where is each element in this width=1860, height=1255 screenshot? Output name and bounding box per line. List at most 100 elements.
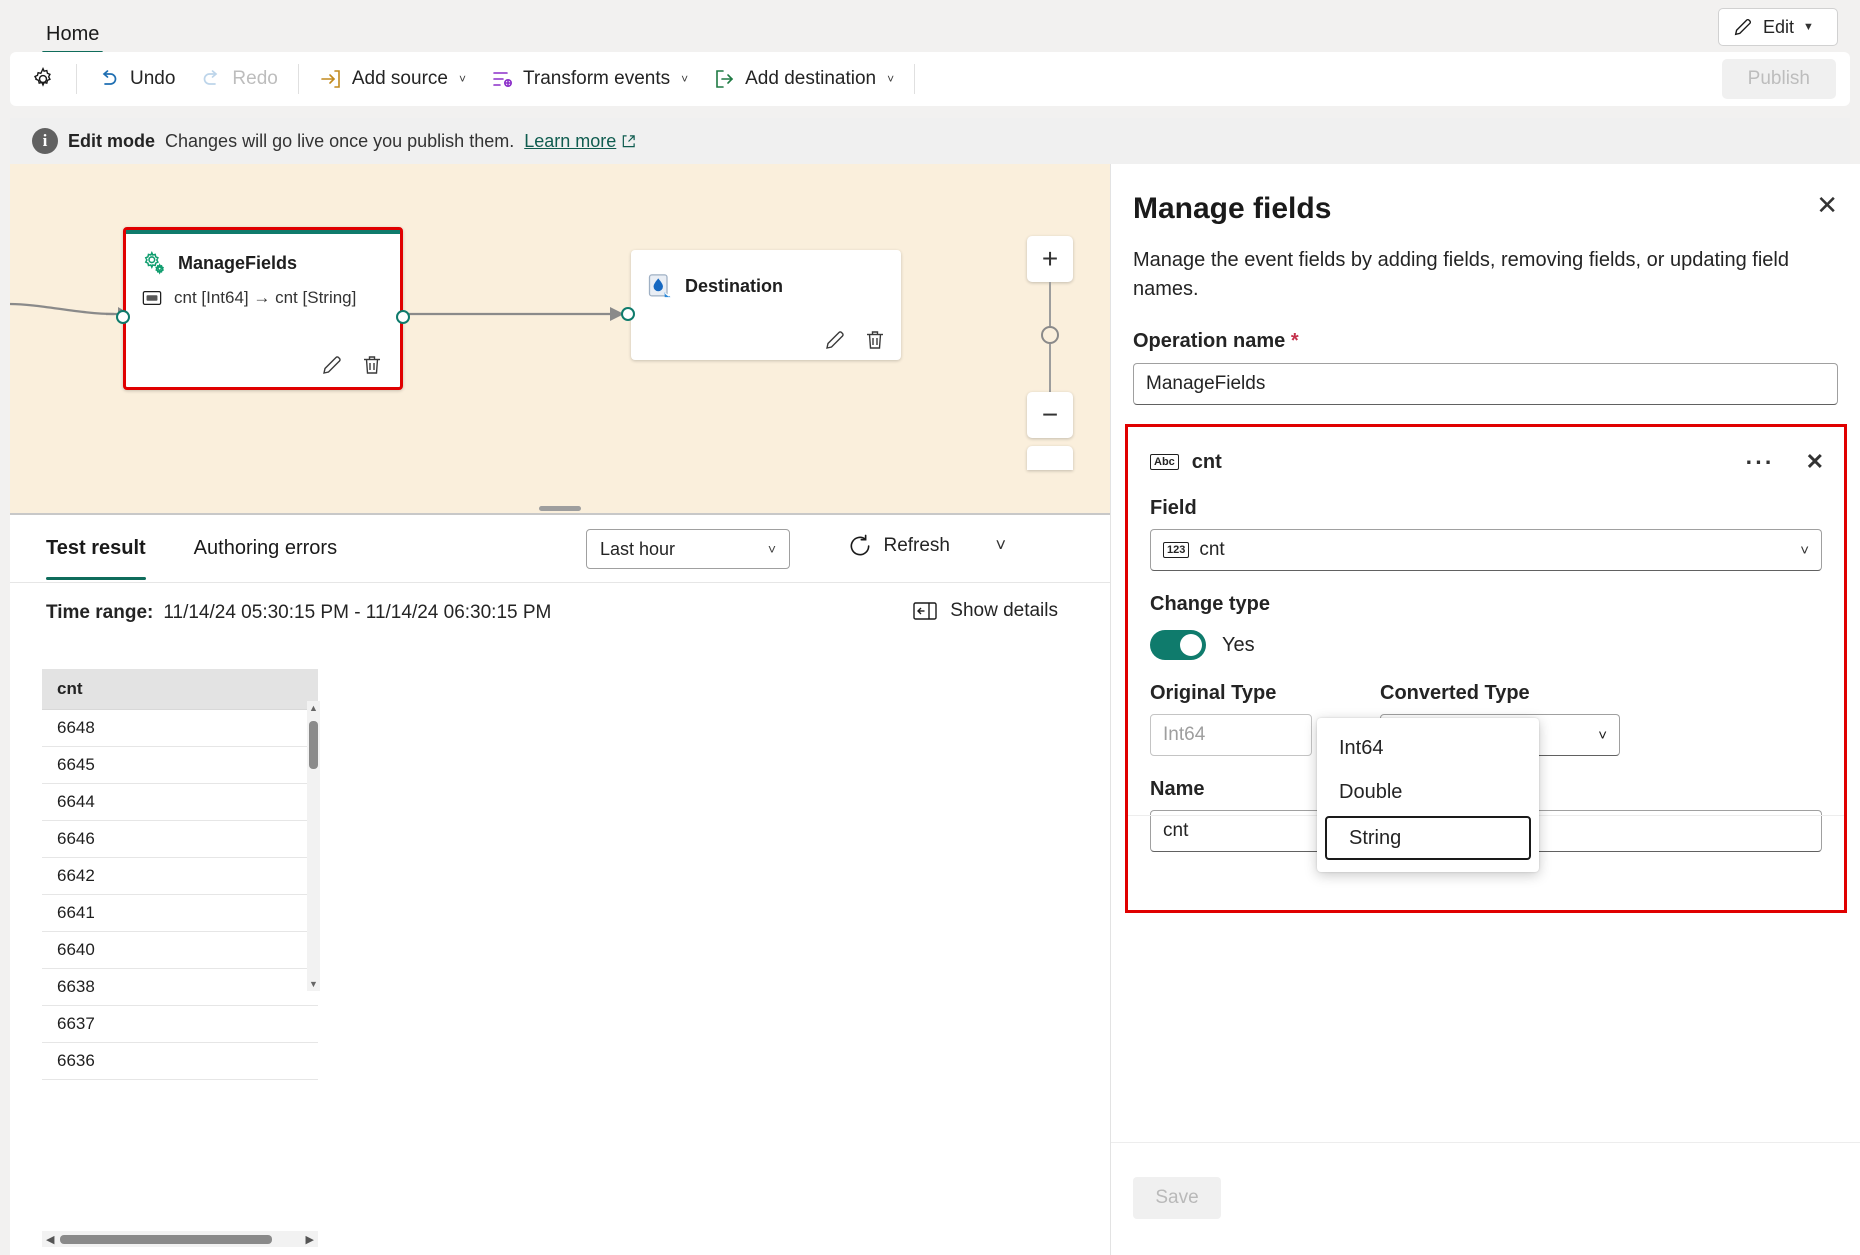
transform-events-button[interactable]: Transform events ˅ xyxy=(478,59,700,99)
pipeline-canvas[interactable]: ManageFields cnt [Int64] → cnt [String] xyxy=(10,164,1110,513)
tab-authoring-errors[interactable]: Authoring errors xyxy=(194,517,337,580)
table-body: 6648 6645 6644 6646 6642 6641 6640 6638 … xyxy=(42,709,318,1080)
change-type-value: Yes xyxy=(1222,633,1255,656)
canvas-splitter-handle[interactable] xyxy=(539,506,581,511)
time-range-select-value: Last hour xyxy=(600,538,676,559)
add-source-button[interactable]: Add source ˅ xyxy=(307,59,478,99)
tab-test-result[interactable]: Test result xyxy=(46,517,146,580)
tab-strip: Home Edit ▼ xyxy=(0,0,1860,54)
time-range-value: 11/14/24 05:30:15 PM - 11/14/24 06:30:15… xyxy=(163,602,552,623)
number-type-icon: 123 xyxy=(1163,541,1190,559)
dropdown-option-string[interactable]: String xyxy=(1325,816,1531,860)
node-status-bar xyxy=(126,230,400,234)
more-options-icon[interactable]: ··· xyxy=(1746,450,1775,474)
panel-footer-divider xyxy=(1111,1142,1860,1143)
operation-name-input[interactable]: ManageFields xyxy=(1133,363,1838,405)
refresh-button[interactable]: Refresh xyxy=(847,533,950,559)
scroll-down-icon[interactable]: ▼ xyxy=(309,979,318,989)
zoom-controls: + − xyxy=(1027,236,1073,470)
edit-button[interactable]: Edit ▼ xyxy=(1718,8,1838,46)
save-button[interactable]: Save xyxy=(1133,1177,1221,1219)
scroll-right-icon[interactable]: ▶ xyxy=(306,1233,314,1246)
chevron-down-icon: ˅ xyxy=(1800,541,1809,559)
field-select-value: cnt xyxy=(1199,539,1225,560)
learn-more-label: Learn more xyxy=(524,130,617,151)
table-row[interactable]: 6637 xyxy=(42,1005,318,1043)
table-row[interactable]: 6636 xyxy=(42,1042,318,1080)
learn-more-link[interactable]: Learn more xyxy=(524,131,636,152)
table-cell-cnt: 6648 xyxy=(42,709,318,747)
refresh-dropdown-chevron-down-icon[interactable]: ˅ xyxy=(995,535,1006,556)
table-row[interactable]: 6640 xyxy=(42,931,318,969)
edit-node-icon[interactable] xyxy=(320,353,344,377)
table-row[interactable]: 6646 xyxy=(42,820,318,858)
publish-button[interactable]: Publish xyxy=(1721,59,1836,99)
edit-node-icon[interactable] xyxy=(823,328,847,352)
undo-button[interactable]: Undo xyxy=(85,59,187,99)
table-row[interactable]: 6648 xyxy=(42,709,318,747)
add-destination-button[interactable]: Add destination ˅ xyxy=(700,59,906,99)
zoom-in-button[interactable]: + xyxy=(1027,236,1073,282)
scroll-up-icon[interactable]: ▲ xyxy=(309,703,318,713)
info-icon: i xyxy=(32,128,58,154)
scroll-left-icon[interactable]: ◀ xyxy=(46,1233,54,1246)
table-row[interactable]: 6641 xyxy=(42,894,318,932)
table-vertical-scrollbar[interactable]: ▲ ▼ xyxy=(307,701,320,991)
redo-button[interactable]: Redo xyxy=(187,59,289,99)
delete-node-icon[interactable] xyxy=(863,328,887,352)
node-output-port[interactable] xyxy=(396,310,410,324)
chevron-down-icon: ▼ xyxy=(1803,21,1814,33)
dropdown-option-int64[interactable]: Int64 xyxy=(1317,726,1539,770)
command-bar-separator-1 xyxy=(76,64,77,94)
results-table-container[interactable]: cnt 6648 6645 6644 6646 6642 6641 6640 6… xyxy=(42,669,320,1221)
time-range-select[interactable]: Last hour ˅ xyxy=(586,529,790,569)
field-label: Field xyxy=(1150,497,1197,519)
node-input-port[interactable] xyxy=(116,310,130,324)
field-select[interactable]: 123 cnt ˅ xyxy=(1150,529,1822,571)
canvas-node-managefields[interactable]: ManageFields cnt [Int64] → cnt [String] xyxy=(116,227,410,390)
show-details-button[interactable]: Show details xyxy=(912,600,1058,622)
table-horizontal-scrollbar[interactable]: ◀ ▶ xyxy=(42,1231,318,1247)
table-cell-cnt: 6646 xyxy=(42,820,318,858)
transform-events-icon xyxy=(490,67,514,91)
show-details-label: Show details xyxy=(950,600,1058,621)
converted-type-dropdown[interactable]: Int64 Double String xyxy=(1317,718,1539,872)
table-row[interactable]: 6642 xyxy=(42,857,318,895)
abc-type-icon: Abc xyxy=(1150,453,1179,471)
settings-button[interactable] xyxy=(18,59,68,99)
plus-icon: + xyxy=(1041,243,1059,274)
edit-mode-bar: i Edit mode Changes will go live once yo… xyxy=(10,118,1850,164)
change-type-toggle[interactable] xyxy=(1150,630,1206,660)
fit-to-view-button[interactable] xyxy=(1027,446,1073,470)
node-title: Destination xyxy=(685,275,784,296)
original-type-input: Int64 xyxy=(1150,714,1312,756)
undo-icon xyxy=(97,67,121,91)
zoom-out-button[interactable]: − xyxy=(1027,392,1073,438)
details-panel-icon xyxy=(912,600,938,622)
delete-node-icon[interactable] xyxy=(360,353,384,377)
table-cell-cnt: 6644 xyxy=(42,783,318,821)
table-row[interactable]: 6644 xyxy=(42,783,318,821)
table-row[interactable]: 6645 xyxy=(42,746,318,784)
chevron-down-icon: ˅ xyxy=(458,72,466,86)
edit-mode-message: Changes will go live once you publish th… xyxy=(165,130,515,151)
tab-home-label: Home xyxy=(46,23,100,45)
tab-underline xyxy=(46,577,146,580)
close-icon[interactable]: ✕ xyxy=(1816,192,1838,218)
toggle-knob xyxy=(1180,634,1202,656)
node-input-port[interactable] xyxy=(621,307,635,321)
horizontal-scroll-thumb[interactable] xyxy=(60,1234,272,1244)
remove-field-close-icon[interactable]: ✕ xyxy=(1806,449,1824,475)
vertical-scroll-thumb[interactable] xyxy=(309,721,318,769)
column-header-cnt[interactable]: cnt xyxy=(42,669,318,710)
field-card-title: cnt xyxy=(1191,450,1222,473)
required-asterisk: * xyxy=(1290,330,1299,352)
change-type-label: Change type xyxy=(1150,593,1271,615)
refresh-label: Refresh xyxy=(883,535,950,556)
zoom-slider-thumb[interactable] xyxy=(1041,326,1059,344)
add-source-label: Add source xyxy=(351,68,448,89)
table-row[interactable]: 6638 xyxy=(42,968,318,1006)
tab-home[interactable]: Home xyxy=(32,17,113,54)
canvas-node-destination[interactable]: Destination xyxy=(621,250,901,360)
dropdown-option-double[interactable]: Double xyxy=(1317,770,1539,814)
